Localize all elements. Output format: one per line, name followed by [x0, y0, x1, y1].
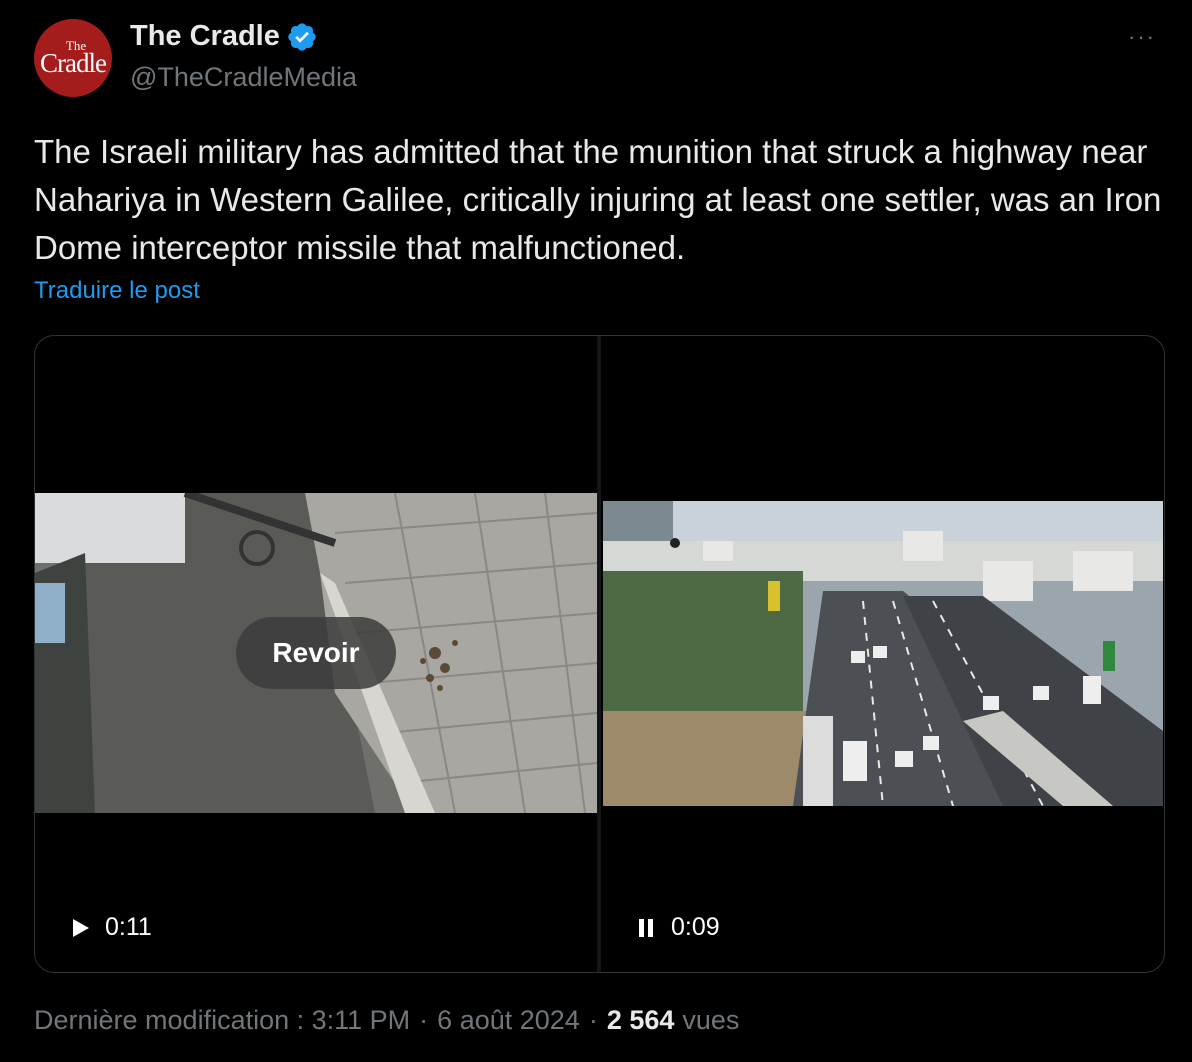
tweet-metadata: Dernière modification : 3:11 PM · 6 août…	[34, 1005, 739, 1036]
views-label: vues	[682, 1005, 740, 1035]
video-1-controls: 0:11	[69, 913, 152, 942]
translate-post-link[interactable]: Traduire le post	[34, 277, 200, 305]
replay-button[interactable]: Revoir	[236, 617, 396, 689]
author-name-text: The Cradle	[130, 20, 280, 52]
separator: ·	[419, 1005, 429, 1035]
video-frame-2	[603, 501, 1163, 806]
verified-badge-icon	[288, 22, 316, 51]
avatar-logo-text: Cradle	[40, 48, 107, 78]
edited-timestamp[interactable]: Dernière modification : 3:11 PM	[34, 1005, 410, 1036]
play-icon[interactable]	[69, 917, 91, 939]
video-1-duration: 0:11	[105, 913, 152, 941]
video-2-duration: 0:09	[671, 913, 720, 941]
separator: ·	[588, 1005, 598, 1035]
pause-icon[interactable]	[635, 917, 657, 939]
tweet-text: The Israeli military has admitted that t…	[34, 133, 1162, 266]
avatar[interactable]: The Cradle	[34, 19, 112, 97]
author-display-name[interactable]: The Cradle	[130, 20, 318, 53]
post-date[interactable]: 6 août 2024	[437, 1005, 580, 1036]
media-grid: Revoir 0:11 0:09	[34, 335, 1165, 973]
views-count: 2 564	[606, 1005, 675, 1035]
more-options-icon[interactable]: ···	[1122, 22, 1162, 52]
video-2-controls: 0:09	[635, 913, 720, 942]
video-player-1[interactable]: Revoir 0:11	[35, 336, 597, 972]
video-player-2[interactable]: 0:09	[601, 336, 1164, 972]
author-handle[interactable]: @TheCradleMedia	[130, 62, 357, 93]
